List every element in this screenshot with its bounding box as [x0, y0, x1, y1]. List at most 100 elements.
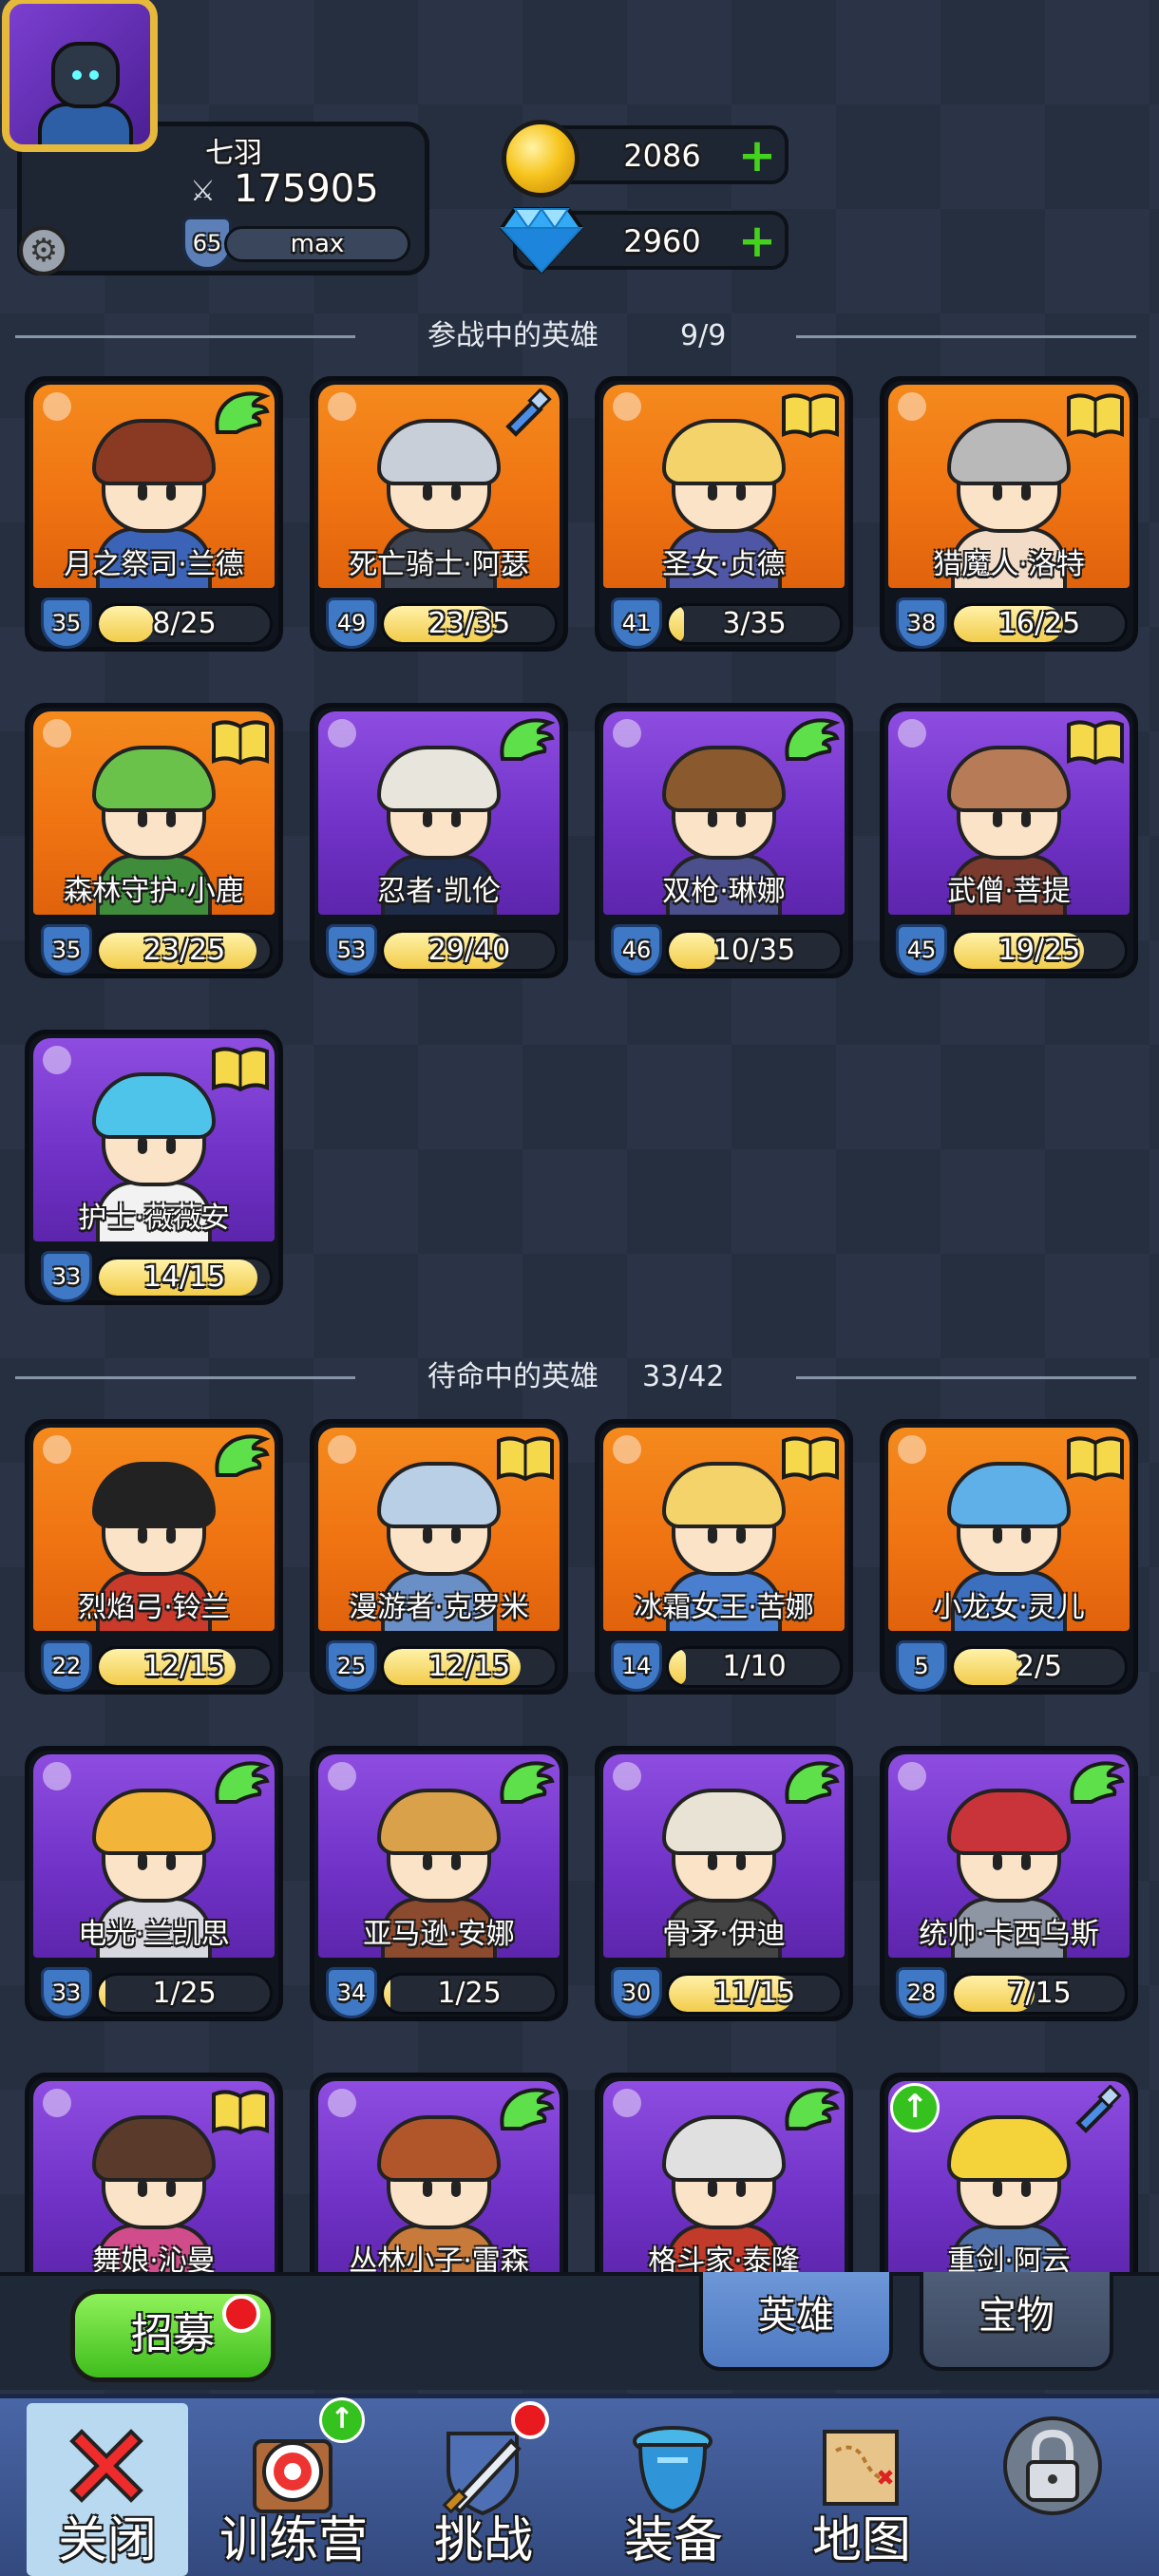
hero-card[interactable]: 亚马逊·安娜 34 1/25	[310, 1746, 568, 2021]
hero-name: 武僧·菩提	[947, 875, 1071, 908]
standby-heroes-count: 33/42	[642, 1360, 725, 1393]
active-heroes-title: 参战中的英雄	[428, 319, 598, 352]
hero-fragment-count: 3/35	[722, 607, 787, 640]
hero-fragment-bar: 16/25	[951, 603, 1128, 645]
hero-fragment-bar: 11/15	[666, 1973, 843, 2015]
tab-treasure[interactable]: 宝物	[920, 2272, 1113, 2371]
book-badge-icon	[1065, 715, 1126, 767]
add-gem-plus-icon[interactable]: +	[735, 218, 779, 264]
hero-fragment-count: 1/25	[152, 1977, 217, 2010]
padlock-icon	[1003, 2416, 1102, 2515]
hero-fragment-bar: 3/35	[666, 603, 843, 645]
power-sword-icon: ⚔	[190, 175, 216, 208]
hero-name: 骨矛·伊迪	[662, 1918, 786, 1951]
hero-card[interactable]: 烈焰弓·铃兰 22 12/15	[25, 1419, 283, 1695]
settings-gear-icon[interactable]: ⚙	[19, 226, 68, 275]
book-badge-icon	[1065, 388, 1126, 440]
nav-map[interactable]: 地图	[771, 2403, 952, 2576]
hero-card[interactable]: 漫游者·克罗米 25 12/15	[310, 1419, 568, 1695]
wing-badge-icon	[210, 1431, 271, 1483]
nav-close-label: 关闭	[57, 2512, 157, 2569]
hero-name: 圣女·贞德	[662, 548, 786, 581]
book-badge-icon	[780, 1431, 841, 1483]
potion-badge-icon	[495, 388, 556, 440]
wing-badge-icon	[210, 388, 271, 440]
hero-name: 电光·兰凯思	[78, 1918, 230, 1951]
wing-badge-icon	[1065, 1758, 1126, 1809]
gold-coin-icon	[502, 120, 580, 198]
hero-level-badge: 5	[896, 1640, 947, 1692]
hero-fragment-count: 12/15	[428, 1650, 511, 1683]
hero-name: 统帅·卡西乌斯	[919, 1918, 1099, 1951]
nav-map-label: 地图	[811, 2512, 911, 2569]
hero-fragment-count: 16/25	[998, 607, 1081, 640]
diamond-gem-icon	[500, 207, 583, 274]
hero-name: 小龙女·灵儿	[933, 1591, 1085, 1624]
hero-card[interactable]: 武僧·菩提 45 19/25	[880, 703, 1138, 978]
hero-fragment-count: 29/40	[428, 934, 511, 967]
hero-fragment-count: 14/15	[142, 1260, 226, 1294]
hero-name: 月之祭司·兰德	[64, 548, 244, 581]
recruit-notification-dot	[222, 2295, 260, 2333]
challenge-notification-dot	[511, 2401, 549, 2439]
nav-close-button[interactable]: 关闭	[27, 2403, 188, 2576]
hero-level-badge: 34	[326, 1967, 377, 2018]
hero-card[interactable]: 森林守护·小鹿 35 23/25	[25, 703, 283, 978]
hero-fragment-bar: 23/25	[96, 930, 273, 972]
book-badge-icon	[210, 2085, 271, 2136]
nav-equipment[interactable]: 装备	[583, 2403, 764, 2576]
hero-name: 护士·薇薇安	[78, 1202, 230, 1235]
hero-fragment-bar: 29/40	[381, 930, 558, 972]
add-gold-plus-icon[interactable]: +	[735, 133, 779, 179]
hero-level-badge: 45	[896, 924, 947, 975]
hero-level-badge: 46	[611, 924, 662, 975]
hero-fragment-bar: 1/10	[666, 1646, 843, 1688]
hero-name: 忍者·凯伦	[377, 875, 501, 908]
nav-camp-label: 训练营	[218, 2512, 368, 2569]
hero-card[interactable]: 猎魔人·洛特 38 16/25	[880, 376, 1138, 652]
hero-fragment-bar: 12/15	[96, 1646, 273, 1688]
hero-card[interactable]: 双枪·琳娜 46 10/35	[595, 703, 853, 978]
gold-amount: 2086	[623, 138, 701, 174]
book-badge-icon	[210, 715, 271, 767]
hero-card[interactable]: 死亡骑士·阿瑟 49 23/35	[310, 376, 568, 652]
hero-fragment-count: 1/25	[437, 1977, 502, 2010]
book-badge-icon	[495, 1431, 556, 1483]
player-power: 175905	[234, 167, 379, 211]
hero-fragment-bar: 8/25	[96, 603, 273, 645]
wing-badge-icon	[495, 1758, 556, 1809]
hero-card[interactable]: 小龙女·灵儿 5 2/5	[880, 1419, 1138, 1695]
hero-level-badge: 28	[896, 1967, 947, 2018]
gem-amount: 2960	[623, 223, 701, 259]
hero-card[interactable]: 统帅·卡西乌斯 28 7/15	[880, 1746, 1138, 2021]
hero-level-badge: 30	[611, 1967, 662, 2018]
hero-name: 森林守护·小鹿	[64, 875, 244, 908]
active-heroes-header: 参战中的英雄 9/9	[0, 317, 1159, 355]
hero-card[interactable]: 忍者·凯伦 53 29/40	[310, 703, 568, 978]
tab-heroes[interactable]: 英雄	[699, 2272, 893, 2371]
hero-level-badge: 25	[326, 1640, 377, 1692]
book-badge-icon	[780, 388, 841, 440]
hero-fragment-bar: 2/5	[951, 1646, 1128, 1688]
hero-fragment-count: 11/15	[712, 1977, 796, 2010]
hero-fragment-bar: 7/15	[951, 1973, 1128, 2015]
treasure-map-icon	[823, 2430, 899, 2506]
hero-fragment-count: 8/25	[152, 607, 217, 640]
hero-card[interactable]: 冰霜女王·苦娜 14 1/10	[595, 1419, 853, 1695]
standby-heroes-header: 待命中的英雄 33/42	[0, 1358, 1159, 1396]
hero-level-badge: 49	[326, 597, 377, 649]
player-avatar[interactable]	[2, 0, 158, 152]
hero-card[interactable]: 护士·薇薇安 33 14/15	[25, 1030, 283, 1305]
hero-card[interactable]: 电光·兰凯思 33 1/25	[25, 1746, 283, 2021]
hero-fragment-count: 23/35	[428, 607, 511, 640]
hero-fragment-count: 19/25	[998, 934, 1081, 967]
hero-card[interactable]: 骨矛·伊迪 30 11/15	[595, 1746, 853, 2021]
wing-badge-icon	[210, 1758, 271, 1809]
hero-fragment-count: 10/35	[712, 934, 796, 967]
hero-card[interactable]: 月之祭司·兰德 35 8/25	[25, 376, 283, 652]
hero-name: 烈焰弓·铃兰	[78, 1591, 230, 1624]
hero-card[interactable]: 圣女·贞德 41 3/35	[595, 376, 853, 652]
hero-name: 双枪·琳娜	[662, 875, 786, 908]
book-badge-icon	[1065, 1431, 1126, 1483]
nav-locked-slot[interactable]	[963, 2403, 1144, 2576]
